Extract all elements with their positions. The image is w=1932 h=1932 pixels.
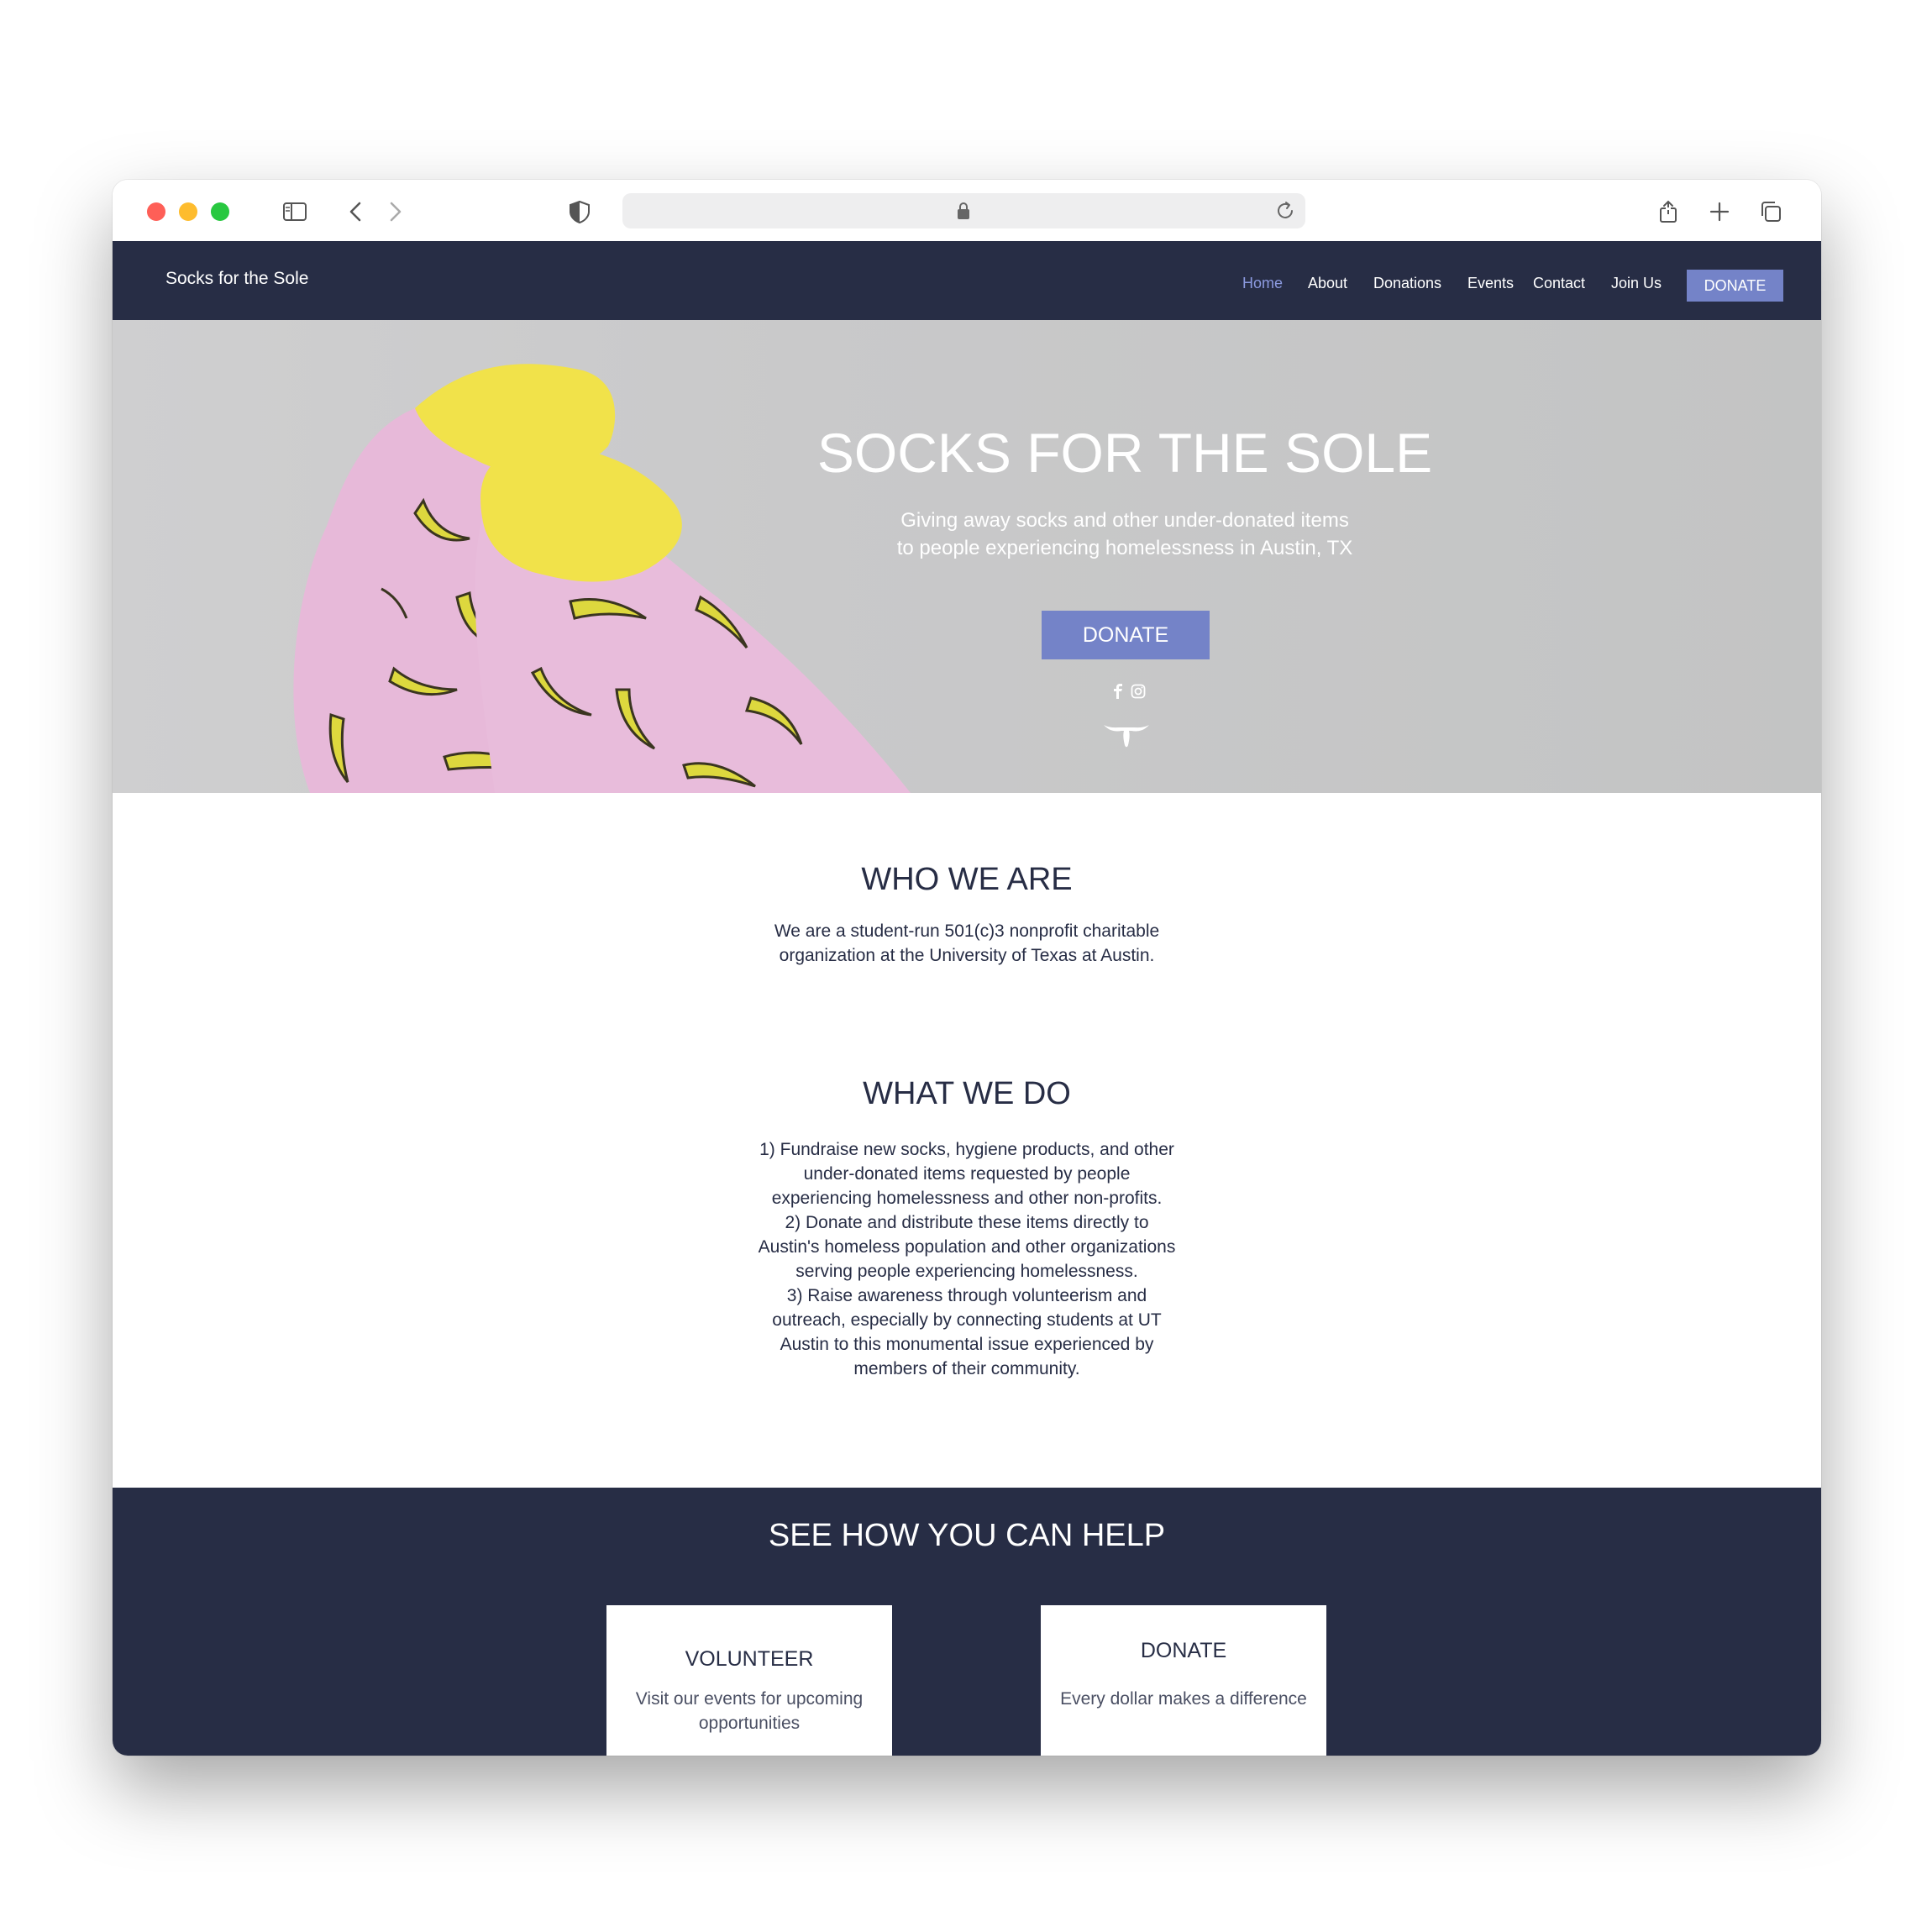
hero-banner: SOCKS FOR THE SOLE Giving away socks and… bbox=[113, 320, 1821, 793]
what-we-do-item: 3) Raise awareness through volunteerism … bbox=[772, 1286, 1162, 1378]
minimize-window-button[interactable] bbox=[179, 202, 197, 221]
what-we-do-list: 1) Fundraise new socks, hygiene products… bbox=[757, 1137, 1177, 1381]
lock-icon bbox=[958, 202, 969, 219]
card-text: Every dollar makes a difference bbox=[1060, 1689, 1307, 1709]
donate-card[interactable]: DONATE Every dollar makes a difference bbox=[1041, 1605, 1326, 1756]
reload-icon[interactable] bbox=[1274, 200, 1296, 222]
browser-window: Socks for the Sole Home About Donations … bbox=[113, 180, 1821, 1756]
nav-donations[interactable]: Donations bbox=[1373, 275, 1441, 292]
nav-join-us[interactable]: Join Us bbox=[1611, 275, 1662, 292]
tab-overview-icon[interactable] bbox=[1757, 198, 1784, 225]
hero-donate-button[interactable]: DONATE bbox=[1042, 611, 1210, 659]
nav-events[interactable]: Events bbox=[1467, 275, 1514, 292]
zoom-window-button[interactable] bbox=[211, 202, 229, 221]
new-tab-icon[interactable] bbox=[1706, 198, 1733, 225]
who-we-are-title: WHO WE ARE bbox=[861, 862, 1073, 897]
longhorn-icon bbox=[1104, 725, 1149, 748]
hero-subtitle: Giving away socks and other under-donate… bbox=[852, 507, 1398, 562]
card-title: VOLUNTEER bbox=[685, 1647, 814, 1671]
help-title: SEE HOW YOU CAN HELP bbox=[768, 1518, 1166, 1553]
card-title: DONATE bbox=[1140, 1639, 1227, 1662]
back-icon[interactable] bbox=[343, 198, 370, 225]
hero-title: SOCKS FOR THE SOLE bbox=[816, 422, 1433, 484]
nav-about[interactable]: About bbox=[1308, 275, 1347, 292]
share-icon[interactable] bbox=[1655, 198, 1682, 225]
nav-home[interactable]: Home bbox=[1242, 275, 1283, 292]
header-donate-button[interactable]: DONATE bbox=[1687, 270, 1783, 302]
what-we-do-title: WHAT WE DO bbox=[863, 1076, 1071, 1111]
hero-subtitle-line: Giving away socks and other under-donate… bbox=[900, 509, 1349, 532]
nav-contact[interactable]: Contact bbox=[1533, 275, 1585, 292]
site-header: Socks for the Sole Home About Donations … bbox=[113, 241, 1821, 320]
instagram-icon[interactable] bbox=[1131, 684, 1146, 699]
site-brand[interactable]: Socks for the Sole bbox=[165, 269, 308, 289]
card-text: Visit our events for upcoming opportunit… bbox=[635, 1689, 864, 1733]
forward-icon[interactable] bbox=[381, 198, 408, 225]
who-we-are-text: We are a student-run 501(c)3 nonprofit c… bbox=[774, 921, 1160, 965]
address-bar[interactable] bbox=[622, 193, 1305, 228]
close-window-button[interactable] bbox=[147, 202, 165, 221]
volunteer-card[interactable]: VOLUNTEER Visit our events for upcoming … bbox=[606, 1605, 892, 1756]
facebook-icon[interactable] bbox=[1112, 684, 1124, 699]
help-section: SEE HOW YOU CAN HELP VOLUNTEER Visit our… bbox=[113, 1488, 1821, 1756]
hero-subtitle-line: to people experiencing homelessness in A… bbox=[896, 537, 1353, 559]
browser-toolbar bbox=[113, 180, 1821, 242]
privacy-shield-icon[interactable] bbox=[566, 198, 593, 225]
sidebar-toggle-icon[interactable] bbox=[281, 198, 308, 225]
what-we-do-item: 1) Fundraise new socks, hygiene products… bbox=[759, 1140, 1174, 1208]
what-we-do-item: 2) Donate and distribute these items dir… bbox=[758, 1213, 1176, 1281]
